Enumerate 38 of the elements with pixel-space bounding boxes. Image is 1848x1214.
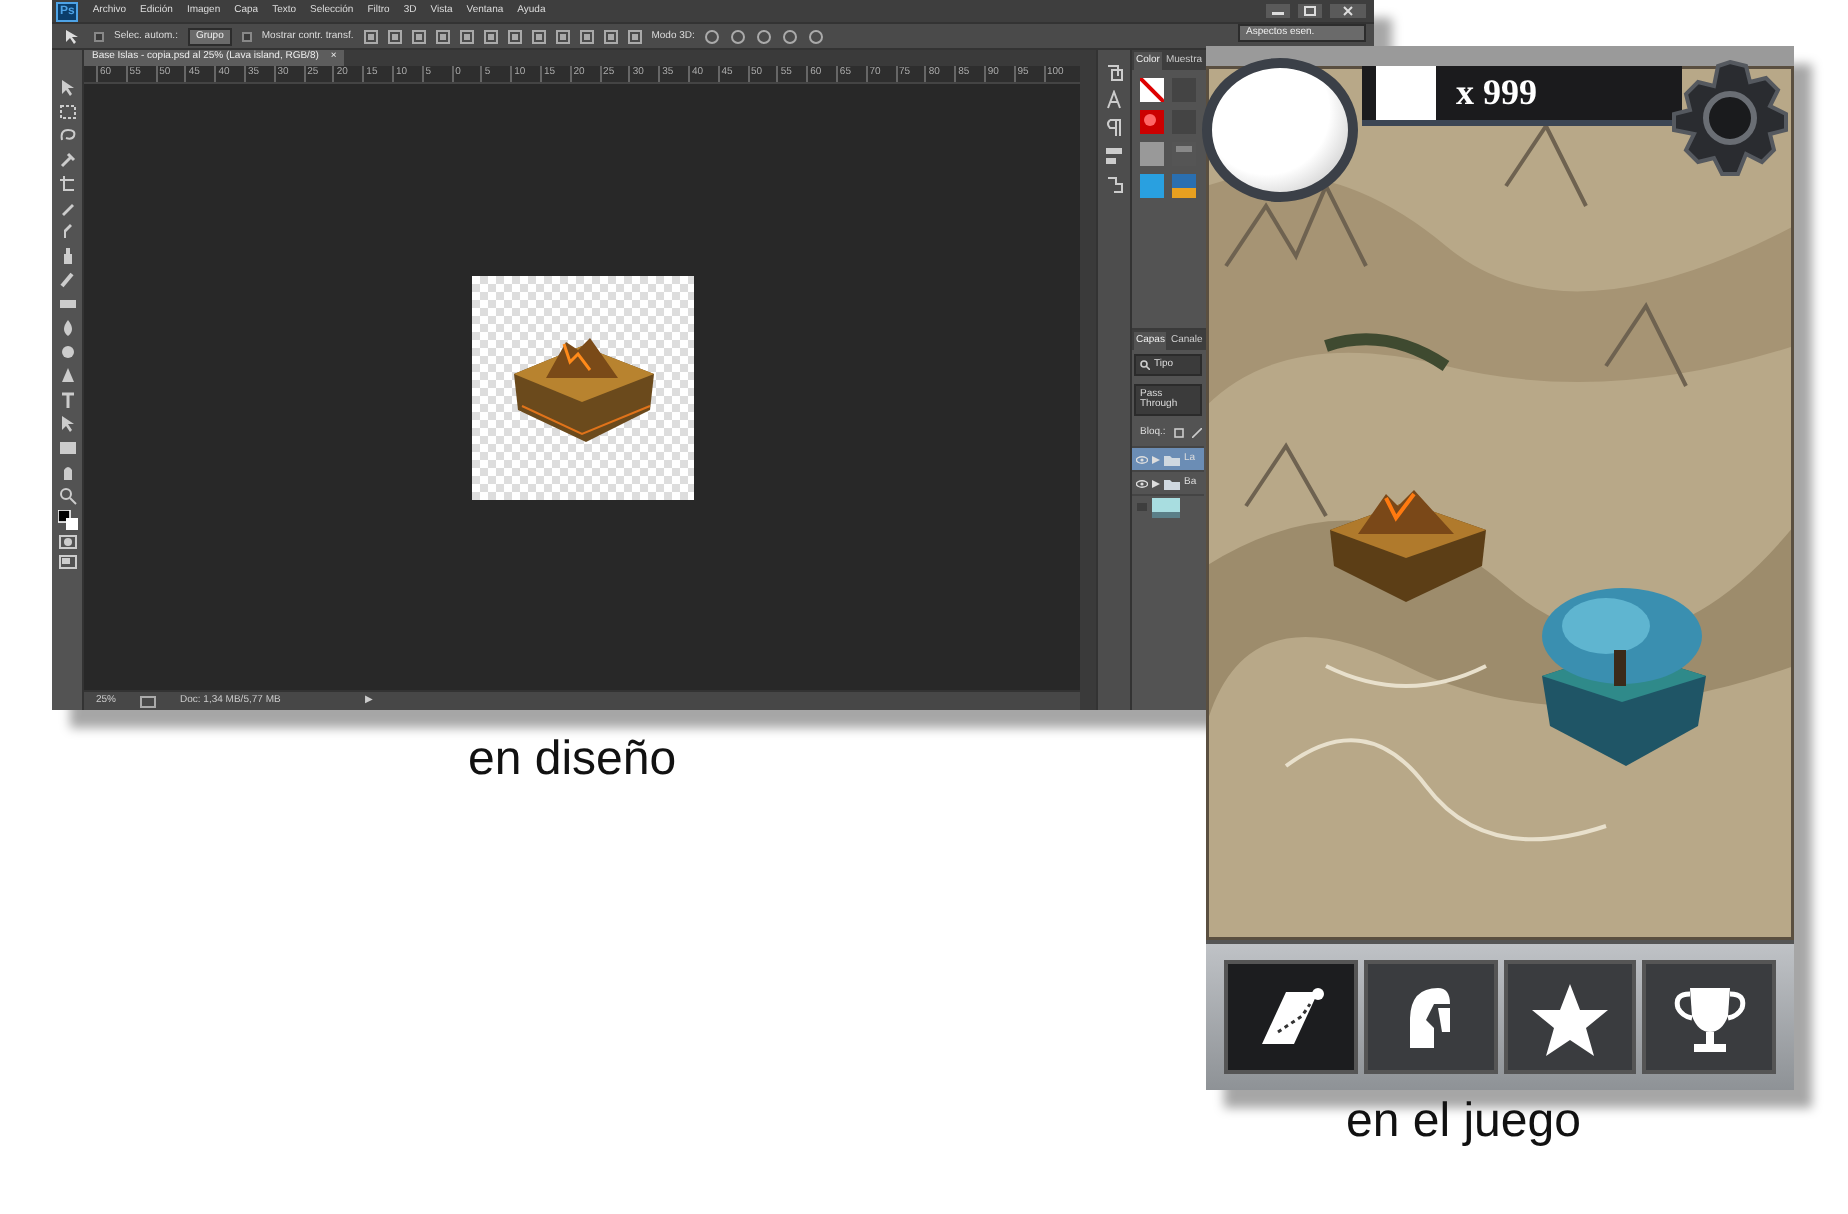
- color-swatches-icon[interactable]: [57, 510, 77, 530]
- caption: en el juego: [1346, 1096, 1581, 1149]
- quick-mask-icon[interactable]: [57, 534, 77, 550]
- eye-icon[interactable]: [1136, 479, 1148, 487]
- caret-icon[interactable]: [1152, 455, 1160, 463]
- minimize-icon[interactable]: [1266, 4, 1290, 18]
- settings-icon[interactable]: [1666, 58, 1794, 178]
- menu-tab[interactable]: [1503, 960, 1637, 1074]
- eye-icon[interactable]: [1136, 455, 1148, 463]
- search-icon: [1140, 360, 1150, 370]
- brush-icon[interactable]: [1191, 428, 1202, 438]
- menu-tab[interactable]: [1642, 960, 1776, 1074]
- panel-icon[interactable]: [1104, 146, 1124, 166]
- panel-icon[interactable]: [1104, 62, 1124, 82]
- panel-icon[interactable]: [1104, 174, 1124, 194]
- screen-mode-icon[interactable]: [57, 554, 77, 570]
- caret-icon[interactable]: [1152, 479, 1160, 487]
- tool-icon[interactable]: [57, 390, 77, 410]
- export-icon[interactable]: [140, 695, 157, 707]
- close-icon[interactable]: [1330, 4, 1366, 18]
- tool-icon[interactable]: [57, 174, 77, 194]
- layer-thumbnail: [1152, 497, 1180, 517]
- caption: en diseño: [468, 734, 677, 787]
- swatch-icon[interactable]: [1140, 110, 1164, 134]
- panel-icon[interactable]: [1104, 90, 1124, 110]
- panel-icon[interactable]: [1104, 118, 1124, 138]
- lock-pixels-icon[interactable]: [1173, 428, 1184, 438]
- item-slot: [1376, 66, 1436, 120]
- swatch-icon[interactable]: [1140, 174, 1164, 198]
- menu-tab[interactable]: [1224, 960, 1358, 1074]
- item-counter: x 999: [1456, 70, 1537, 116]
- menu-tab[interactable]: [1363, 960, 1497, 1074]
- restore-icon[interactable]: [1298, 4, 1322, 18]
- swatch-icon[interactable]: [1140, 78, 1164, 102]
- tool-icon[interactable]: [57, 150, 77, 170]
- swatch-icon[interactable]: [1140, 142, 1164, 166]
- swatch-icon[interactable]: [1172, 174, 1196, 198]
- tool-icon[interactable]: [57, 486, 77, 506]
